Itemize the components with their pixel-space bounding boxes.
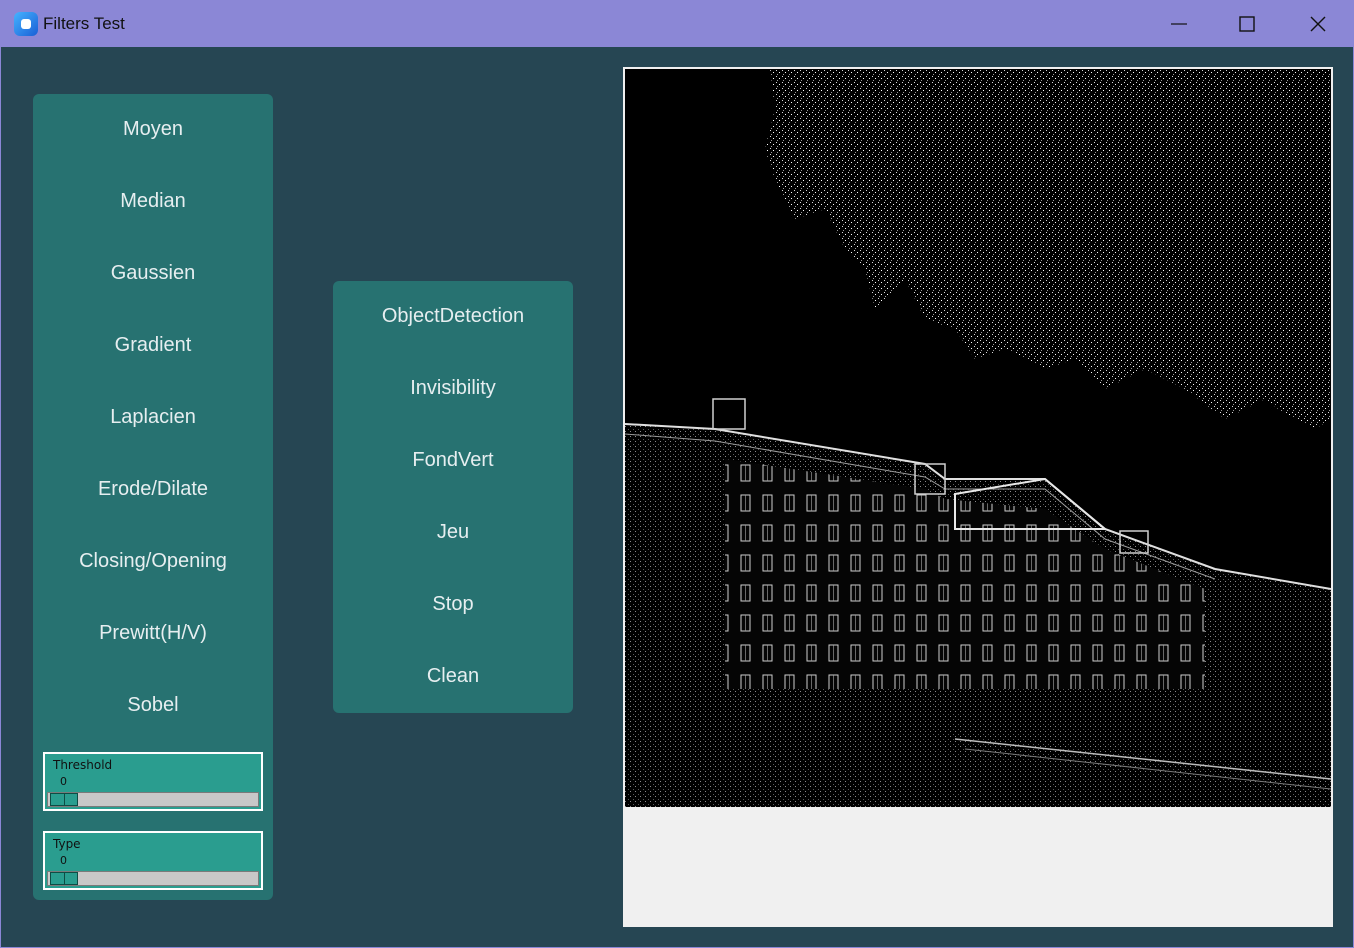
app-icon: [14, 12, 38, 36]
threshold-slider-group: Threshold 0: [43, 752, 263, 811]
maximize-icon: [1239, 16, 1255, 32]
image-frame: [623, 67, 1333, 927]
jeu-button[interactable]: Jeu: [333, 512, 573, 552]
title-bar: Filters Test: [1, 1, 1354, 47]
laplacien-button[interactable]: Laplacien: [33, 397, 273, 437]
gradient-button[interactable]: Gradient: [33, 325, 273, 365]
threshold-label: Threshold: [53, 758, 113, 772]
erode-dilate-button[interactable]: Erode/Dilate: [33, 469, 273, 509]
type-label: Type: [53, 837, 81, 851]
close-icon: [1310, 16, 1326, 32]
moyen-button[interactable]: Moyen: [33, 109, 273, 149]
edge-image-icon: [625, 69, 1331, 807]
threshold-value: 0: [60, 775, 67, 788]
type-slider[interactable]: [47, 871, 259, 886]
threshold-slider-handle[interactable]: [50, 793, 78, 806]
minimize-icon: [1171, 23, 1187, 25]
minimize-button[interactable]: [1144, 1, 1214, 47]
action-panel: ObjectDetection Invisibility FondVert Je…: [333, 281, 573, 713]
invisibility-button[interactable]: Invisibility: [333, 368, 573, 408]
edge-detected-image: [625, 69, 1331, 807]
threshold-slider[interactable]: [47, 792, 259, 807]
median-button[interactable]: Median: [33, 181, 273, 221]
filter-panel: Moyen Median Gaussien Gradient Laplacien…: [33, 94, 273, 900]
type-slider-handle[interactable]: [50, 872, 78, 885]
type-value: 0: [60, 854, 67, 867]
fond-vert-button[interactable]: FondVert: [333, 440, 573, 480]
type-slider-group: Type 0: [43, 831, 263, 890]
prewitt-button[interactable]: Prewitt(H/V): [33, 613, 273, 653]
app-window: Filters Test Moyen Median Gaussien Gradi…: [0, 0, 1354, 948]
object-detection-button[interactable]: ObjectDetection: [333, 296, 573, 336]
gaussien-button[interactable]: Gaussien: [33, 253, 273, 293]
window-title: Filters Test: [43, 14, 125, 33]
close-button[interactable]: [1283, 1, 1353, 47]
sobel-button[interactable]: Sobel: [33, 685, 273, 725]
clean-button[interactable]: Clean: [333, 656, 573, 696]
closing-opening-button[interactable]: Closing/Opening: [33, 541, 273, 581]
maximize-button[interactable]: [1212, 1, 1282, 47]
stop-button[interactable]: Stop: [333, 584, 573, 624]
